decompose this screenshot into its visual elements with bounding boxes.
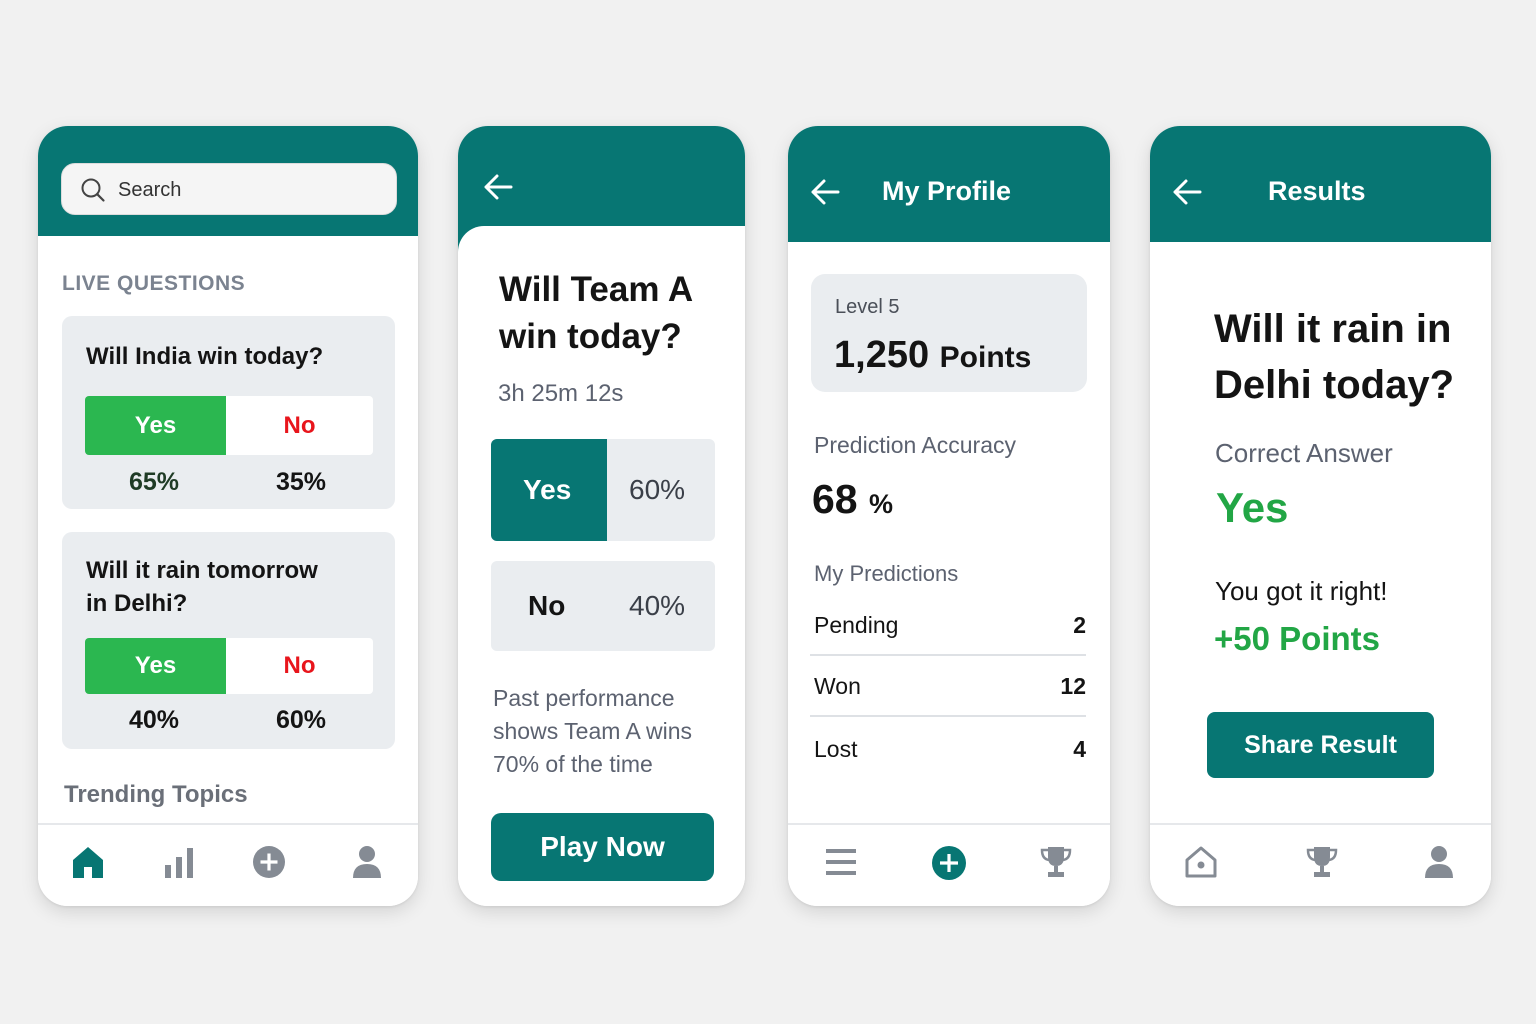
no-button[interactable]: No — [226, 638, 373, 694]
accuracy-number: 68 — [812, 476, 858, 522]
option-percent: 60% — [629, 474, 686, 505]
profile-header: My Profile — [788, 126, 1110, 242]
correct-answer-label: Correct Answer — [1215, 438, 1393, 468]
user-icon[interactable] — [1424, 845, 1454, 879]
bottom-nav — [788, 823, 1110, 906]
menu-icon[interactable] — [825, 847, 857, 877]
accuracy-label: Prediction Accuracy — [814, 432, 1016, 458]
bottom-nav — [38, 823, 418, 906]
question-card[interactable]: Will it rain tomorrow in Delhi? Yes No 4… — [62, 532, 395, 749]
plus-circle-icon[interactable] — [252, 845, 286, 879]
option-yes[interactable]: Yes 60% — [491, 439, 715, 541]
past-performance-text: Past performance shows Team A wins 70% o… — [493, 682, 723, 781]
question-title-line2: in Delhi? — [86, 590, 188, 617]
correct-answer-value: Yes — [1216, 484, 1289, 531]
results-header: Results — [1150, 126, 1491, 242]
result-question: Will it rain in Delhi today? — [1214, 301, 1454, 413]
points-value: 1,250 — [834, 334, 930, 376]
trophy-icon[interactable] — [1040, 845, 1072, 879]
profile-screen: My Profile Level 5 1,250 Points Predicti… — [788, 126, 1110, 906]
prediction-label: Won — [814, 673, 861, 699]
question-title-line1: Will Team A — [499, 270, 694, 309]
yes-percent: 40% — [128, 706, 180, 734]
divider — [810, 654, 1086, 656]
search-placeholder: Search — [118, 179, 182, 201]
yes-percent: 65% — [128, 468, 180, 496]
no-percent: 60% — [275, 706, 327, 734]
no-percent: 35% — [275, 468, 327, 496]
home-icon[interactable] — [1184, 845, 1218, 879]
user-icon[interactable] — [352, 845, 382, 879]
yes-button[interactable]: Yes — [85, 396, 226, 455]
question-detail-screen: Will Team A win today? 3h 25m 12s Yes 60… — [458, 126, 745, 906]
section-label-live: LIVE QUESTIONS — [62, 272, 246, 295]
prediction-count: 12 — [1060, 673, 1086, 699]
accuracy-value: 68 % — [812, 476, 893, 523]
question-title-line1: Will it rain tomorrow — [86, 557, 318, 584]
question-title: Will India win today? — [86, 343, 324, 370]
option-percent: 40% — [629, 590, 686, 621]
prediction-label: Lost — [814, 736, 858, 762]
my-predictions-label: My Predictions — [814, 561, 959, 586]
prediction-count: 4 — [1073, 736, 1086, 762]
search-input[interactable]: Search — [61, 163, 397, 215]
question-title: Will it rain tomorrow in Delhi? — [86, 554, 318, 620]
past-line1: Past performance — [493, 685, 675, 711]
page-title: My Profile — [882, 176, 1012, 206]
trophy-icon[interactable] — [1306, 845, 1338, 879]
divider — [810, 715, 1086, 717]
home-icon[interactable] — [71, 845, 105, 879]
prediction-count: 2 — [1073, 612, 1086, 638]
prediction-row-won[interactable]: Won 12 — [814, 673, 1086, 733]
past-line3: 70% of the time — [493, 751, 653, 777]
back-arrow-icon[interactable] — [483, 173, 513, 201]
past-line2: shows Team A wins — [493, 718, 693, 744]
points-word: Points — [939, 341, 1032, 374]
bar-chart-icon[interactable] — [163, 845, 197, 879]
bottom-nav — [1150, 823, 1491, 906]
option-label: No — [528, 590, 566, 621]
back-arrow-icon[interactable] — [1172, 178, 1202, 206]
back-arrow-icon[interactable] — [810, 178, 840, 206]
points-earned: +50 Points — [1214, 620, 1380, 657]
yes-button[interactable]: Yes — [85, 638, 226, 694]
no-button[interactable]: No — [226, 396, 373, 455]
points-total: 1,250 Points — [834, 334, 1031, 377]
prediction-label: Pending — [814, 612, 899, 638]
search-icon — [81, 178, 105, 202]
question-card[interactable]: Will India win today? Yes No 65% 35% — [62, 316, 395, 509]
plus-circle-icon[interactable] — [931, 845, 967, 881]
home-screen: Search LIVE QUESTIONS Will India win tod… — [38, 126, 418, 906]
results-screen: Results Will it rain in Delhi today? Cor… — [1150, 126, 1491, 906]
prediction-row-lost[interactable]: Lost 4 — [814, 736, 1086, 796]
option-label: Yes — [523, 474, 572, 505]
result-question-line1: Will it rain in — [1214, 307, 1452, 351]
home-header: Search — [38, 126, 418, 236]
page-title: Results — [1268, 176, 1366, 206]
option-no[interactable]: No 40% — [491, 561, 715, 651]
result-question-line2: Delhi today? — [1214, 363, 1455, 407]
trending-topics-label: Trending Topics — [64, 781, 248, 808]
share-result-button[interactable]: Share Result — [1207, 712, 1434, 778]
question-title: Will Team A win today? — [499, 266, 693, 360]
play-now-button[interactable]: Play Now — [491, 813, 714, 881]
accuracy-unit: % — [869, 489, 894, 519]
level-label: Level 5 — [835, 296, 900, 318]
prediction-row-pending[interactable]: Pending 2 — [814, 612, 1086, 672]
outcome-text: You got it right! — [1215, 576, 1388, 606]
question-title-line2: win today? — [499, 317, 682, 356]
countdown-timer: 3h 25m 12s — [498, 380, 624, 407]
level-card: Level 5 1,250 Points — [811, 274, 1087, 392]
